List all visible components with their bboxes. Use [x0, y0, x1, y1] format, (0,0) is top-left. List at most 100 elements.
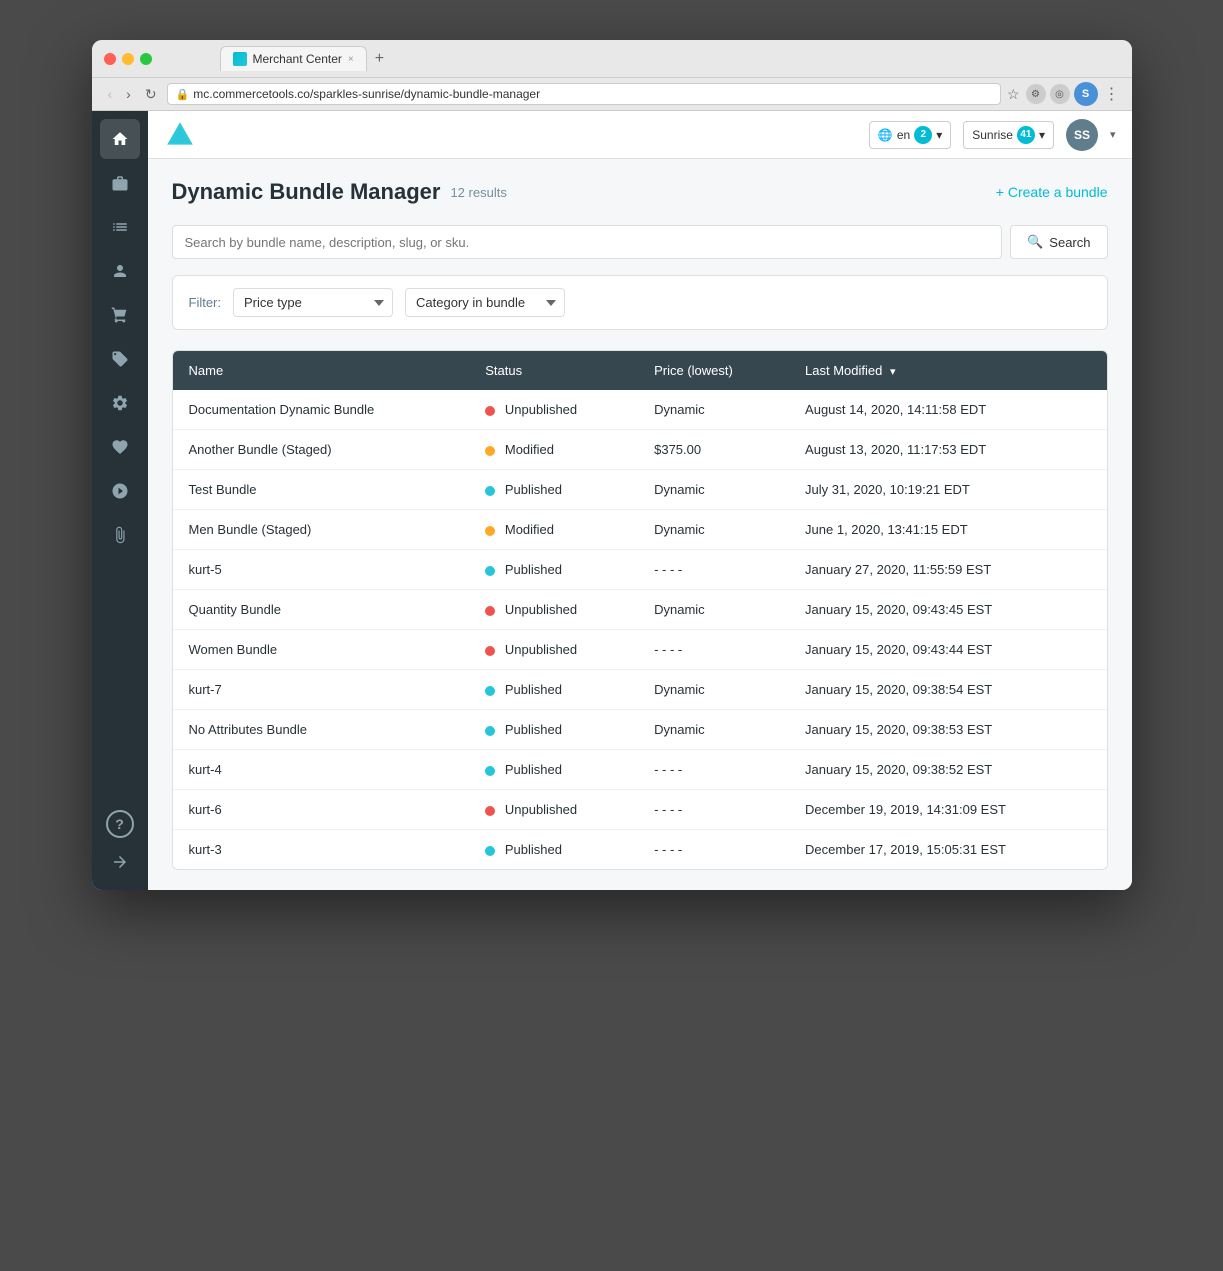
- table-row[interactable]: Test Bundle Published Dynamic July 31, 2…: [173, 470, 1107, 510]
- status-dot: [485, 406, 495, 416]
- back-button[interactable]: ‹: [104, 84, 117, 104]
- cell-name: kurt-5: [173, 550, 470, 590]
- sidebar-item-logout[interactable]: [100, 842, 140, 882]
- profile-button[interactable]: S: [1074, 82, 1098, 106]
- status-dot: [485, 566, 495, 576]
- url-text: mc.commercetools.co/sparkles-sunrise/dyn…: [193, 87, 540, 101]
- app-logo: [164, 119, 196, 151]
- tab-bar: Merchant Center × +: [220, 45, 1120, 73]
- reload-button[interactable]: ↻: [141, 84, 161, 105]
- main-area: 🌐 en 2 ▾ Sunrise 41 ▾ SS ▾ Dynami: [148, 111, 1132, 890]
- table-row[interactable]: kurt-5 Published - - - - January 27, 202…: [173, 550, 1107, 590]
- tab-close-button[interactable]: ×: [348, 54, 354, 65]
- status-label: Published: [505, 762, 562, 777]
- cell-name: kurt-7: [173, 670, 470, 710]
- cell-name: kurt-4: [173, 750, 470, 790]
- sidebar-item-orders[interactable]: [100, 295, 140, 335]
- status-dot: [485, 646, 495, 656]
- minimize-traffic-light[interactable]: [122, 53, 134, 65]
- new-tab-button[interactable]: +: [367, 45, 392, 73]
- store-badge: 41: [1017, 126, 1035, 144]
- status-dot: [485, 526, 495, 536]
- table-row[interactable]: kurt-6 Unpublished - - - - December 19, …: [173, 790, 1107, 830]
- sidebar-item-attachments[interactable]: [100, 515, 140, 555]
- table-row[interactable]: Another Bundle (Staged) Modified $375.00…: [173, 430, 1107, 470]
- sidebar-item-wishlist[interactable]: [100, 427, 140, 467]
- cell-name: Another Bundle (Staged): [173, 430, 470, 470]
- status-dot: [485, 486, 495, 496]
- sidebar-item-help[interactable]: ?: [106, 810, 134, 838]
- sidebar-item-products[interactable]: [100, 163, 140, 203]
- cell-modified: June 1, 2020, 13:41:15 EDT: [789, 510, 1106, 550]
- sidebar-item-discounts[interactable]: [100, 339, 140, 379]
- cell-status: Unpublished: [469, 390, 638, 430]
- cell-name: kurt-3: [173, 830, 470, 870]
- cell-price: - - - -: [638, 630, 789, 670]
- active-tab[interactable]: Merchant Center ×: [220, 46, 367, 71]
- cell-modified: January 27, 2020, 11:55:59 EST: [789, 550, 1106, 590]
- col-modified[interactable]: Last Modified ▾: [789, 351, 1106, 390]
- category-filter[interactable]: Category in bundle: [405, 288, 565, 317]
- sidebar-item-categories[interactable]: [100, 207, 140, 247]
- table-row[interactable]: Men Bundle (Staged) Modified Dynamic Jun…: [173, 510, 1107, 550]
- col-status: Status: [469, 351, 638, 390]
- extension-btn-2[interactable]: ◎: [1050, 84, 1070, 104]
- tab-favicon: [233, 52, 247, 66]
- cell-modified: January 15, 2020, 09:43:45 EST: [789, 590, 1106, 630]
- close-traffic-light[interactable]: [104, 53, 116, 65]
- more-options-button[interactable]: ⋮: [1104, 84, 1120, 104]
- cell-status: Modified: [469, 430, 638, 470]
- status-dot: [485, 726, 495, 736]
- cell-status: Published: [469, 750, 638, 790]
- forward-button[interactable]: ›: [122, 84, 135, 104]
- lock-icon: 🔒: [176, 88, 190, 101]
- cell-modified: August 14, 2020, 14:11:58 EDT: [789, 390, 1106, 430]
- price-type-filter[interactable]: Price type: [233, 288, 393, 317]
- extension-btn-1[interactable]: ⚙: [1026, 84, 1046, 104]
- maximize-traffic-light[interactable]: [140, 53, 152, 65]
- search-button[interactable]: 🔍 Search: [1010, 225, 1107, 259]
- table-row[interactable]: Documentation Dynamic Bundle Unpublished…: [173, 390, 1107, 430]
- search-icon: 🔍: [1027, 234, 1043, 250]
- sidebar-item-settings[interactable]: [100, 383, 140, 423]
- sidebar-item-home[interactable]: [100, 119, 140, 159]
- user-chevron-icon: ▾: [1110, 128, 1116, 141]
- cell-name: Women Bundle: [173, 630, 470, 670]
- cell-name: Quantity Bundle: [173, 590, 470, 630]
- sidebar-item-customers[interactable]: [100, 251, 140, 291]
- cell-price: Dynamic: [638, 470, 789, 510]
- col-price: Price (lowest): [638, 351, 789, 390]
- bookmark-button[interactable]: ☆: [1007, 86, 1020, 103]
- table-row[interactable]: Women Bundle Unpublished - - - - January…: [173, 630, 1107, 670]
- table-row[interactable]: Quantity Bundle Unpublished Dynamic Janu…: [173, 590, 1107, 630]
- create-bundle-button[interactable]: + Create a bundle: [996, 184, 1108, 200]
- address-bar[interactable]: 🔒 mc.commercetools.co/sparkles-sunrise/d…: [167, 83, 1001, 105]
- status-label: Published: [505, 482, 562, 497]
- cell-modified: December 17, 2019, 15:05:31 EST: [789, 830, 1106, 870]
- cell-modified: August 13, 2020, 11:17:53 EDT: [789, 430, 1106, 470]
- language-selector[interactable]: 🌐 en 2 ▾: [869, 121, 951, 149]
- bundles-table-container: Name Status Price (lowest) Last Modified…: [172, 350, 1108, 870]
- lang-badge: 2: [914, 126, 932, 144]
- app-header: 🌐 en 2 ▾ Sunrise 41 ▾ SS ▾: [148, 111, 1132, 159]
- search-input[interactable]: [185, 235, 990, 250]
- cell-price: Dynamic: [638, 590, 789, 630]
- user-avatar[interactable]: SS: [1066, 119, 1098, 151]
- table-row[interactable]: kurt-3 Published - - - - December 17, 20…: [173, 830, 1107, 870]
- cell-status: Modified: [469, 510, 638, 550]
- tab-title: Merchant Center: [253, 52, 342, 66]
- traffic-lights: [104, 53, 152, 65]
- results-count: 12 results: [450, 185, 506, 200]
- store-selector[interactable]: Sunrise 41 ▾: [963, 121, 1054, 149]
- table-row[interactable]: kurt-4 Published - - - - January 15, 202…: [173, 750, 1107, 790]
- status-label: Unpublished: [505, 402, 577, 417]
- cell-name: No Attributes Bundle: [173, 710, 470, 750]
- cell-name: Test Bundle: [173, 470, 470, 510]
- cell-status: Unpublished: [469, 790, 638, 830]
- lang-text: en: [897, 128, 910, 142]
- table-row[interactable]: kurt-7 Published Dynamic January 15, 202…: [173, 670, 1107, 710]
- table-row[interactable]: No Attributes Bundle Published Dynamic J…: [173, 710, 1107, 750]
- globe-icon: 🌐: [878, 128, 893, 142]
- cell-price: Dynamic: [638, 710, 789, 750]
- sidebar-item-extensions[interactable]: [100, 471, 140, 511]
